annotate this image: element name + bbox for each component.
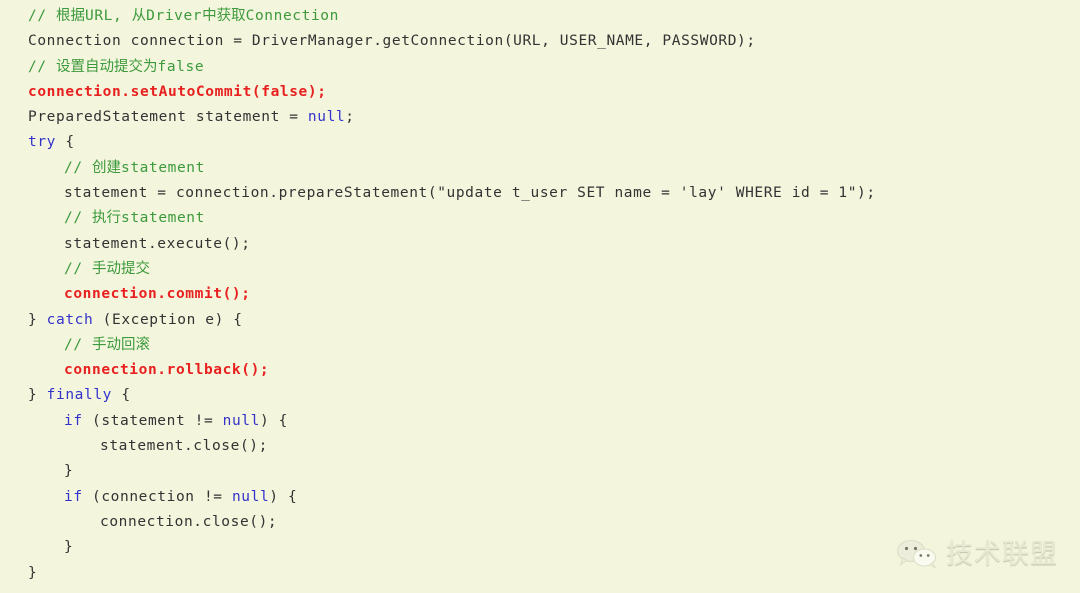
code-token-comment: 执行: [92, 210, 121, 227]
code-block: // 根据URL, 从Driver中获取Connection Connection…: [0, 0, 1080, 593]
code-line: statement.execute();: [0, 232, 1080, 257]
code-token-emph: connection.commit();: [64, 286, 251, 303]
watermark: 技术联盟: [896, 539, 1058, 569]
code-token-comment: 中获取: [202, 8, 246, 24]
code-token-comment: //: [64, 336, 92, 353]
code-token-emph: connection.setAutoCommit(false);: [28, 83, 327, 100]
code-line: }: [0, 459, 1080, 484]
wechat-logo-icon: [896, 539, 940, 569]
code-line: } catch (Exception e) {: [0, 308, 1080, 333]
code-token-comment: Connection: [245, 8, 339, 24]
code-token-keyword: finally: [46, 387, 112, 404]
code-token-plain: Connection connection = DriverManager.ge…: [28, 33, 756, 50]
code-token-comment: Driver: [146, 8, 203, 24]
code-token-keyword: null: [231, 488, 270, 505]
code-token-plain: statement.close();: [100, 438, 268, 455]
code-token-plain: PreparedStatement statement =: [28, 109, 308, 126]
code-line: statement = connection.prepareStatement(…: [0, 181, 1080, 206]
code-token-plain: }: [28, 564, 38, 581]
code-line: if (connection != null) {: [0, 485, 1080, 510]
code-line: } finally {: [0, 383, 1080, 408]
code-token-plain: ;: [345, 109, 355, 126]
code-line: PreparedStatement statement = null;: [0, 105, 1080, 130]
code-token-comment: 从: [131, 8, 147, 24]
code-token-plain: }: [64, 539, 74, 556]
code-token-plain: (Exception e) {: [93, 311, 243, 328]
code-token-comment: //: [64, 260, 92, 277]
code-token-comment: statement: [121, 159, 205, 176]
code-line: // 创建statement: [0, 156, 1080, 181]
code-token-comment: //: [28, 58, 56, 75]
code-token-plain: (statement !=: [82, 412, 223, 429]
code-token-keyword: if: [64, 412, 83, 429]
code-line: // 执行statement: [0, 206, 1080, 231]
code-token-plain: ) {: [269, 488, 298, 505]
code-line: connection.setAutoCommit(false);: [0, 80, 1080, 105]
code-line: try {: [0, 130, 1080, 155]
code-token-comment: false: [157, 58, 205, 75]
code-line: connection.close();: [0, 510, 1080, 535]
code-token-plain: }: [64, 463, 74, 480]
code-token-keyword: try: [28, 134, 56, 151]
code-line: connection.rollback();: [0, 358, 1080, 383]
code-token-comment: 创建: [92, 159, 121, 176]
code-line: // 根据URL, 从Driver中获取Connection: [0, 4, 1080, 29]
code-token-emph: connection.rollback();: [64, 362, 270, 379]
code-token-plain: statement = connection.prepareStatement(…: [64, 185, 876, 202]
code-token-plain: {: [56, 134, 75, 151]
code-token-comment: 根据: [56, 8, 85, 24]
code-token-plain: {: [111, 387, 131, 404]
code-token-comment: //: [64, 210, 92, 227]
watermark-text: 技术联盟: [946, 538, 1058, 570]
code-token-plain: }: [28, 387, 47, 404]
code-line: // 设置自动提交为false: [0, 55, 1080, 80]
code-line: // 手动回滚: [0, 333, 1080, 358]
code-token-comment: 手动提交: [92, 260, 150, 277]
code-token-comment: URL,: [85, 8, 132, 24]
code-token-plain: }: [28, 311, 47, 328]
code-token-plain: (connection !=: [82, 488, 232, 505]
code-token-keyword: catch: [46, 311, 94, 328]
code-token-comment: //: [28, 8, 56, 24]
code-token-plain: ) {: [259, 412, 288, 429]
code-token-comment: 手动回滚: [92, 336, 150, 353]
code-line: statement.close();: [0, 434, 1080, 459]
code-token-plain: statement.execute();: [64, 235, 251, 252]
code-token-comment: statement: [121, 210, 205, 227]
code-token-comment: //: [64, 159, 92, 176]
code-token-keyword: null: [222, 412, 260, 429]
code-line: // 手动提交: [0, 257, 1080, 282]
code-token-plain: connection.close();: [100, 513, 278, 530]
code-line: connection.commit();: [0, 282, 1080, 307]
code-line: if (statement != null) {: [0, 409, 1080, 434]
code-token-keyword: if: [64, 488, 83, 505]
code-token-keyword: null: [307, 109, 346, 126]
code-token-comment: 设置自动提交为: [56, 58, 158, 75]
code-line: Connection connection = DriverManager.ge…: [0, 29, 1080, 54]
